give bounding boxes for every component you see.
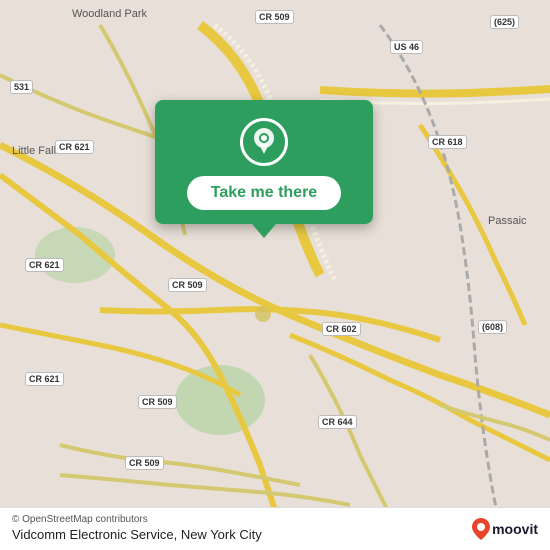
road-label-us46: US 46 (390, 40, 423, 54)
road-label-cr644: CR 644 (318, 415, 357, 429)
map-attribution: © OpenStreetMap contributors (12, 514, 538, 525)
location-icon-circle (240, 118, 288, 166)
take-me-there-button[interactable]: Take me there (187, 176, 341, 210)
road-label-cr625: (625) (490, 15, 519, 29)
area-label-passaic: Passaic (488, 215, 527, 227)
location-pin-icon (251, 127, 277, 157)
area-label-woodland-park: Woodland Park (72, 8, 147, 20)
road-label-cr509-bot3: CR 509 (125, 456, 164, 470)
road-label-cr608: (608) (478, 320, 507, 334)
moovit-brand-text: moovit (492, 521, 538, 537)
road-label-cr618: CR 618 (428, 135, 467, 149)
road-label-cr621-left: CR 621 (55, 140, 94, 154)
road-label-cr621-mid: CR 621 (25, 258, 64, 272)
road-label-cr509-bot2: CR 509 (138, 395, 177, 409)
moovit-logo: moovit (472, 518, 538, 540)
road-label-cr531: 531 (10, 80, 33, 94)
bottom-bar: © OpenStreetMap contributors Vidcomm Ele… (0, 507, 550, 550)
popup-card: Take me there (155, 100, 373, 224)
moovit-pin-icon (472, 518, 490, 540)
place-name: Vidcomm Electronic Service, New York Cit… (12, 527, 538, 542)
map-container: CR 509 (625) US 46 531 CR 621 CR 618 CR … (0, 0, 550, 550)
road-label-cr602: CR 602 (322, 322, 361, 336)
road-label-cr509-mid: CR 509 (168, 278, 207, 292)
map-roads (0, 0, 550, 550)
road-label-cr621-bot: CR 621 (25, 372, 64, 386)
road-label-cr509-top: CR 509 (255, 10, 294, 24)
